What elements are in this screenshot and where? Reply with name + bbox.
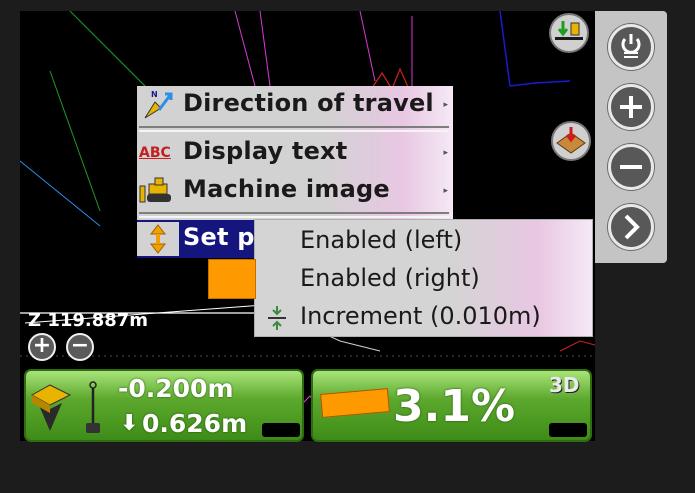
- elevation-readout: Z 119.887m: [28, 310, 149, 331]
- plus-icon: [620, 96, 642, 118]
- menu-label: Display text: [183, 137, 348, 165]
- mode-3d-badge: 3D: [549, 373, 580, 397]
- menu-item-display-text[interactable]: ABC Display text ▸: [137, 134, 453, 172]
- increment-icon: [268, 306, 286, 330]
- submenu-arrow-icon: ▸: [443, 186, 448, 196]
- abc-text-icon: ABC: [139, 145, 171, 161]
- map-zoom-in-button[interactable]: +: [28, 333, 56, 361]
- menu-item-direction-of-travel[interactable]: N Direction of travel ▸: [137, 86, 453, 124]
- surface-target-icon[interactable]: [551, 121, 591, 161]
- blade-tip-icon: [30, 384, 72, 431]
- direction-compass-icon: N: [144, 90, 173, 119]
- submenu-label: Enabled (right): [300, 264, 480, 292]
- grade-percent-value: 3.1%: [393, 381, 516, 432]
- submenu-item-increment[interactable]: Increment (0.010m): [255, 298, 594, 336]
- menu-item-machine-image[interactable]: Machine image ▸: [137, 172, 453, 210]
- submenu: Enabled (left) Enabled (right) Increment…: [254, 219, 593, 337]
- bulldozer-icon: [139, 177, 171, 203]
- menu-label: Machine image: [183, 175, 390, 203]
- menu-label: Set p: [183, 223, 255, 251]
- depth-value: 0.626m: [142, 409, 248, 438]
- map-zoom-out-button[interactable]: −: [66, 333, 94, 361]
- submenu-label: Enabled (left): [300, 226, 463, 254]
- grade-panel[interactable]: 3.1% 3D: [311, 369, 592, 442]
- gps-antenna-icon: [86, 381, 100, 433]
- menu-separator: [139, 126, 449, 132]
- status-indicator: [549, 423, 587, 437]
- slope-indicator: [320, 388, 390, 418]
- minus-icon: [620, 165, 642, 169]
- app-frame: N Direction of travel ▸ ABC Display text…: [0, 0, 695, 493]
- power-menu-button[interactable]: [608, 24, 654, 70]
- status-indicator: [262, 423, 300, 437]
- power-menu-icon: [621, 34, 641, 58]
- dozer-blade-down-icon[interactable]: [549, 13, 589, 53]
- menu-label: Direction of travel: [183, 89, 434, 117]
- chevron-right-icon: [624, 214, 640, 240]
- menu-separator: [139, 212, 449, 218]
- next-button[interactable]: [608, 204, 654, 250]
- submenu-arrow-icon: ▸: [443, 148, 448, 158]
- up-down-arrows-icon: [137, 222, 179, 256]
- submenu-item-enabled-right[interactable]: Enabled (right): [255, 260, 594, 298]
- cut-fill-value: -0.200m: [118, 374, 234, 403]
- submenu-item-enabled-left[interactable]: Enabled (left): [255, 222, 594, 260]
- elevation-panel[interactable]: -0.200m ⬇ 0.626m: [24, 369, 304, 442]
- grade-marker: [208, 259, 256, 299]
- down-arrow-icon: ⬇: [120, 411, 139, 436]
- zoom-in-button[interactable]: [608, 84, 654, 130]
- submenu-arrow-icon: ▸: [443, 100, 448, 110]
- side-toolbar: [595, 11, 667, 263]
- zoom-out-button[interactable]: [608, 144, 654, 190]
- svg-text:N: N: [151, 90, 158, 99]
- submenu-label: Increment (0.010m): [300, 302, 541, 330]
